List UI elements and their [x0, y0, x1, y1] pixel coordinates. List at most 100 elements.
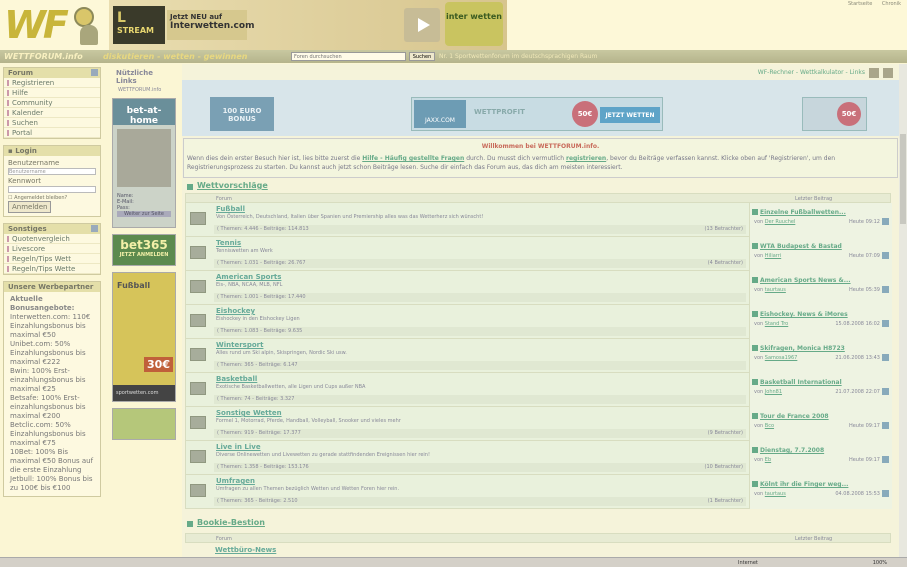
- site-name[interactable]: WETTFORUM.info: [4, 52, 83, 61]
- author-link[interactable]: Eb: [765, 457, 771, 463]
- last-post-title[interactable]: Tour de France 2008: [752, 413, 829, 420]
- forum-name[interactable]: Basketball: [216, 375, 257, 383]
- category-wettvorschlaege[interactable]: Wettvorschläge: [183, 181, 268, 193]
- go-to-last-post-icon[interactable]: [882, 354, 889, 361]
- partner-line[interactable]: Bwin: 100% Erst-einzahlungsbonus bis max…: [10, 367, 94, 394]
- partner-line[interactable]: Jetbull: 100% Bonus bis zu 100€ bis €100: [10, 475, 94, 493]
- forum-desc: Exotische Basketballwetten, alle Ligen u…: [216, 384, 366, 390]
- scrollbar-thumb[interactable]: [900, 134, 906, 224]
- last-post-author: von Hiliarri: [754, 253, 782, 259]
- sidebar-item-livescore[interactable]: Livescore: [4, 244, 100, 254]
- sidebar-item-hilfe[interactable]: Hilfe: [4, 88, 100, 98]
- author-link[interactable]: John81: [765, 389, 782, 395]
- partner-line[interactable]: Unibet.com: 50% Einzahlungsbonus bis max…: [10, 340, 94, 367]
- scrollbar[interactable]: [899, 64, 907, 557]
- ad-continue-button[interactable]: Weiter zur Seite: [117, 211, 171, 217]
- login-button[interactable]: Anmelden: [8, 201, 52, 213]
- forum-name[interactable]: Umfragen: [216, 477, 255, 485]
- last-post-title[interactable]: Skifragen, Monica H8723: [752, 345, 845, 352]
- last-post-author: von Eb: [754, 457, 772, 463]
- partner-line[interactable]: 10Bet: 100% Bis maximal €50 Bonus auf di…: [10, 448, 94, 475]
- bonus-ad-left[interactable]: 100 EURO BONUS: [210, 97, 274, 131]
- sidebar-item-kalender[interactable]: Kalender: [4, 108, 100, 118]
- forum-row: American Sports Eis-, NBA, NCAA, MLB, NFL…: [185, 271, 892, 305]
- search-input[interactable]: [291, 52, 406, 61]
- password-field[interactable]: [8, 186, 96, 193]
- category-title[interactable]: Wettvorschläge: [197, 181, 268, 190]
- tools-links[interactable]: WF-Rechner - Wettkalkulator - Links: [758, 69, 865, 76]
- last-post-title[interactable]: Basketball International: [752, 379, 842, 386]
- username-field[interactable]: Benutzername: [8, 168, 96, 175]
- collapse-icon[interactable]: [91, 69, 98, 76]
- go-to-last-post-icon[interactable]: [882, 456, 889, 463]
- author-link[interactable]: taurtaus: [765, 491, 786, 497]
- go-to-last-post-icon[interactable]: [882, 286, 889, 293]
- sidebar-item-portal[interactable]: Portal: [4, 128, 100, 138]
- top-link-chronik[interactable]: Chronik: [882, 1, 901, 7]
- category-bookie[interactable]: Bookie-Bestion: [183, 518, 265, 530]
- interwetten-logo[interactable]: inter wetten: [445, 2, 503, 46]
- bet-at-home-ad[interactable]: bet-at-home Name: E-Mail: Pass: Weiter z…: [112, 98, 176, 228]
- top-link-startseite[interactable]: Startseite: [848, 1, 872, 7]
- forum-name[interactable]: Wettbüro-News: [215, 546, 276, 554]
- go-to-last-post-icon[interactable]: [882, 388, 889, 395]
- login-title-text: Login: [15, 147, 37, 155]
- partner-line[interactable]: Interwetten.com: 110€ Einzahlungsbonus b…: [10, 313, 94, 340]
- forum-name[interactable]: Wintersport: [216, 341, 263, 349]
- last-post: Kölnt ihr die Finger weg... von taurtaus 0…: [749, 475, 892, 509]
- last-post-title[interactable]: Dienstag, 7.7.2008: [751, 447, 824, 454]
- forum-name[interactable]: Sonstige Wetten: [216, 409, 282, 417]
- zoom-level[interactable]: 100%: [873, 560, 887, 566]
- play-icon[interactable]: [404, 8, 440, 42]
- forum-viewers: (1 Betrachter): [707, 498, 743, 504]
- jaxx-ad[interactable]: JAXX.COM WETTPROFIT 50€ JETZT WETTEN: [411, 97, 663, 131]
- collapse-icon[interactable]: [91, 225, 98, 232]
- forum-name[interactable]: Fußball: [216, 205, 245, 213]
- sidebar-item-suchen[interactable]: Suchen: [4, 118, 100, 128]
- register-link[interactable]: registrieren: [566, 155, 606, 162]
- jetzt-wetten-button[interactable]: JETZT WETTEN: [600, 107, 660, 123]
- partner-line[interactable]: Betclic.com: 50% Einzahlungsbonus bis ma…: [10, 421, 94, 448]
- useful-links-sub[interactable]: WETTFORUM.info: [106, 87, 182, 96]
- sportwetten-ad[interactable]: Fußball 30€ sportwetten.com: [112, 272, 176, 402]
- sidebar-item-community[interactable]: Community: [4, 98, 100, 108]
- forum-name[interactable]: Tennis: [216, 239, 241, 247]
- category-title[interactable]: Bookie-Bestion: [197, 518, 265, 527]
- forum-name[interactable]: American Sports: [216, 273, 281, 281]
- go-to-last-post-icon[interactable]: [882, 422, 889, 429]
- author-link[interactable]: Hiliarri: [765, 253, 781, 259]
- forum-name[interactable]: Eishockey: [216, 307, 255, 315]
- last-post-title[interactable]: American Sports News &...: [752, 277, 851, 284]
- last-post-title[interactable]: WTA Budapest & Bastad: [752, 243, 842, 250]
- go-to-last-post-icon[interactable]: [882, 490, 889, 497]
- bonus-ad-right[interactable]: 50€: [802, 97, 867, 131]
- go-to-last-post-icon[interactable]: [882, 218, 889, 225]
- header-banner-ad[interactable]: L STREAM Jetzt NEU auf Interwetten.com i…: [109, 0, 507, 50]
- sidebar-item-quotenvergleich[interactable]: Quotenvergleich: [4, 234, 100, 244]
- bet365-ad[interactable]: bet365 JETZT ANMELDEN: [112, 234, 176, 266]
- search-button[interactable]: Suchen: [409, 52, 435, 61]
- sidebar-item-registrieren[interactable]: Registrieren: [4, 78, 100, 88]
- print-icon[interactable]: [883, 68, 893, 78]
- author-link[interactable]: taurtaus: [765, 287, 786, 293]
- sidebar-item-regeln-wett[interactable]: Regeln/Tips Wett: [4, 254, 100, 264]
- forum-name[interactable]: Live in Live: [216, 443, 261, 451]
- go-to-last-post-icon[interactable]: [882, 252, 889, 259]
- forum-desc: Eishockey in den Eishockey Ligen: [216, 316, 300, 322]
- last-post-title[interactable]: Kölnt ihr die Finger weg...: [751, 481, 848, 488]
- site-logo[interactable]: WF: [2, 3, 102, 49]
- last-post-title[interactable]: Eishockey. News & iMores: [752, 311, 848, 318]
- partner-line[interactable]: Betsafe: 100% Erst-einzahlungsbonus bis …: [10, 394, 94, 421]
- forum-row: Wintersport Alles rund um Ski alpin, Skis…: [185, 339, 892, 373]
- author-link[interactable]: Bco: [765, 423, 774, 429]
- rss-icon[interactable]: [869, 68, 879, 78]
- author-link[interactable]: Der Ruuchel: [765, 219, 796, 225]
- sportwetten-brand: sportwetten.com: [113, 385, 175, 401]
- author-link[interactable]: Stand Tro: [765, 321, 788, 327]
- small-ad[interactable]: [112, 408, 176, 440]
- faq-link[interactable]: Hilfe - Häufig gestellte Fragen: [362, 155, 464, 162]
- sidebar-item-regeln-wette[interactable]: Regeln/Tips Wette: [4, 264, 100, 274]
- author-link[interactable]: Samosa1967: [765, 355, 798, 361]
- last-post-title[interactable]: Einzelne Fußballwetten...: [752, 209, 846, 216]
- go-to-last-post-icon[interactable]: [882, 320, 889, 327]
